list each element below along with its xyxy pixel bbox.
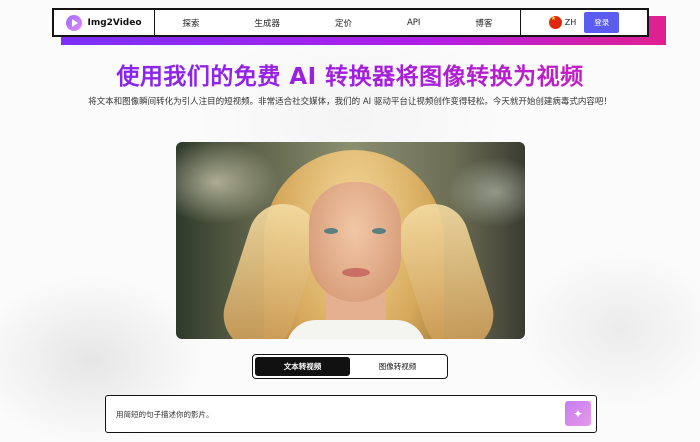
- page-headline: 使用我们的免费 AI 转换器将图像转换为视频: [0, 57, 700, 91]
- generate-button[interactable]: ✦: [565, 401, 591, 426]
- prompt-placeholder[interactable]: 用简短的句子描述你的影片。: [116, 409, 214, 420]
- brand-name: Img2Video: [87, 17, 142, 28]
- portrait-shirt: [286, 320, 426, 339]
- page-subtitle: 将文本和图像瞬间转化为引人注目的短视频。非常适合社交媒体，我们的 AI 驱动平台…: [88, 97, 612, 107]
- china-flag-icon: [548, 15, 562, 29]
- nav-right: ZH 登录: [520, 10, 647, 35]
- top-navbar: Img2Video 探索 生成器 定价 API 博客 ZH 登录: [52, 8, 649, 37]
- portrait-face: [309, 182, 401, 302]
- hero-portrait-image: [176, 142, 525, 339]
- portrait-left-eye: [324, 228, 338, 234]
- magic-wand-icon: ✦: [572, 406, 584, 421]
- tab-image-to-video[interactable]: 图像转视频: [350, 357, 445, 376]
- nav-item-api[interactable]: API: [407, 18, 420, 28]
- language-switcher[interactable]: ZH: [548, 15, 577, 29]
- nav-item-pricing[interactable]: 定价: [335, 17, 352, 29]
- play-logo-icon: [66, 14, 83, 31]
- nav-item-generator[interactable]: 生成器: [254, 17, 280, 29]
- prompt-box[interactable]: 用简短的句子描述你的影片。 ✦: [105, 395, 597, 433]
- portrait-right-eye: [372, 228, 386, 234]
- nav-item-explore[interactable]: 探索: [182, 17, 199, 29]
- login-button[interactable]: 登录: [584, 12, 620, 33]
- mode-toggle: 文本转视频 图像转视频: [252, 354, 448, 379]
- portrait-lips: [342, 268, 370, 277]
- tab-text-to-video[interactable]: 文本转视频: [255, 357, 350, 376]
- nav-item-blog[interactable]: 博客: [475, 17, 492, 29]
- brand-logo-link[interactable]: Img2Video: [54, 10, 155, 35]
- nav-menu: 探索 生成器 定价 API 博客: [155, 10, 520, 35]
- language-code: ZH: [564, 18, 577, 27]
